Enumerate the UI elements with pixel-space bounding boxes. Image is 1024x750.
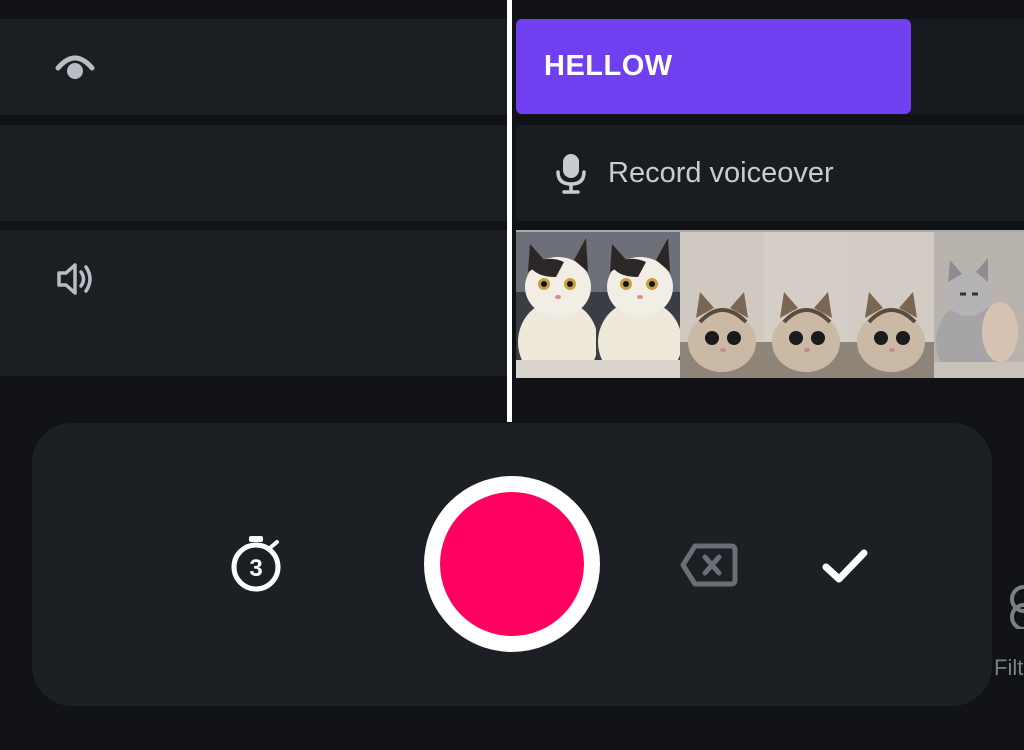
overlay-track-header <box>0 19 507 115</box>
confirm-button[interactable] <box>818 544 872 588</box>
voiceover-track-header <box>0 125 507 221</box>
text-clip-label: HELLOW <box>544 50 673 82</box>
record-voiceover-label: Record voiceover <box>608 156 834 189</box>
text-clip[interactable]: HELLOW <box>516 19 911 114</box>
timer-button[interactable]: 3 <box>226 532 286 594</box>
audio-track-header <box>0 230 507 376</box>
delete-button[interactable] <box>678 540 740 590</box>
video-clip-filmstrip[interactable] <box>516 230 1024 378</box>
eye-icon[interactable] <box>52 47 98 87</box>
volume-icon[interactable] <box>52 258 98 300</box>
timer-icon: 3 <box>231 536 281 592</box>
video-frame <box>596 232 680 378</box>
video-frame <box>934 232 1024 378</box>
microphone-icon <box>554 152 588 194</box>
playhead[interactable] <box>507 0 512 422</box>
timer-seconds: 3 <box>249 555 262 582</box>
filter-label[interactable]: Filt <box>994 655 1023 681</box>
video-frame <box>848 232 934 378</box>
record-button-inner <box>440 492 584 636</box>
filter-icon[interactable] <box>1002 585 1024 634</box>
video-frame <box>516 232 596 378</box>
record-button[interactable] <box>424 476 600 652</box>
checkmark-icon <box>822 549 868 583</box>
delete-icon <box>680 543 738 587</box>
video-frame <box>680 232 764 378</box>
record-voiceover-row[interactable]: Record voiceover <box>516 125 1024 221</box>
video-frame <box>764 232 848 378</box>
